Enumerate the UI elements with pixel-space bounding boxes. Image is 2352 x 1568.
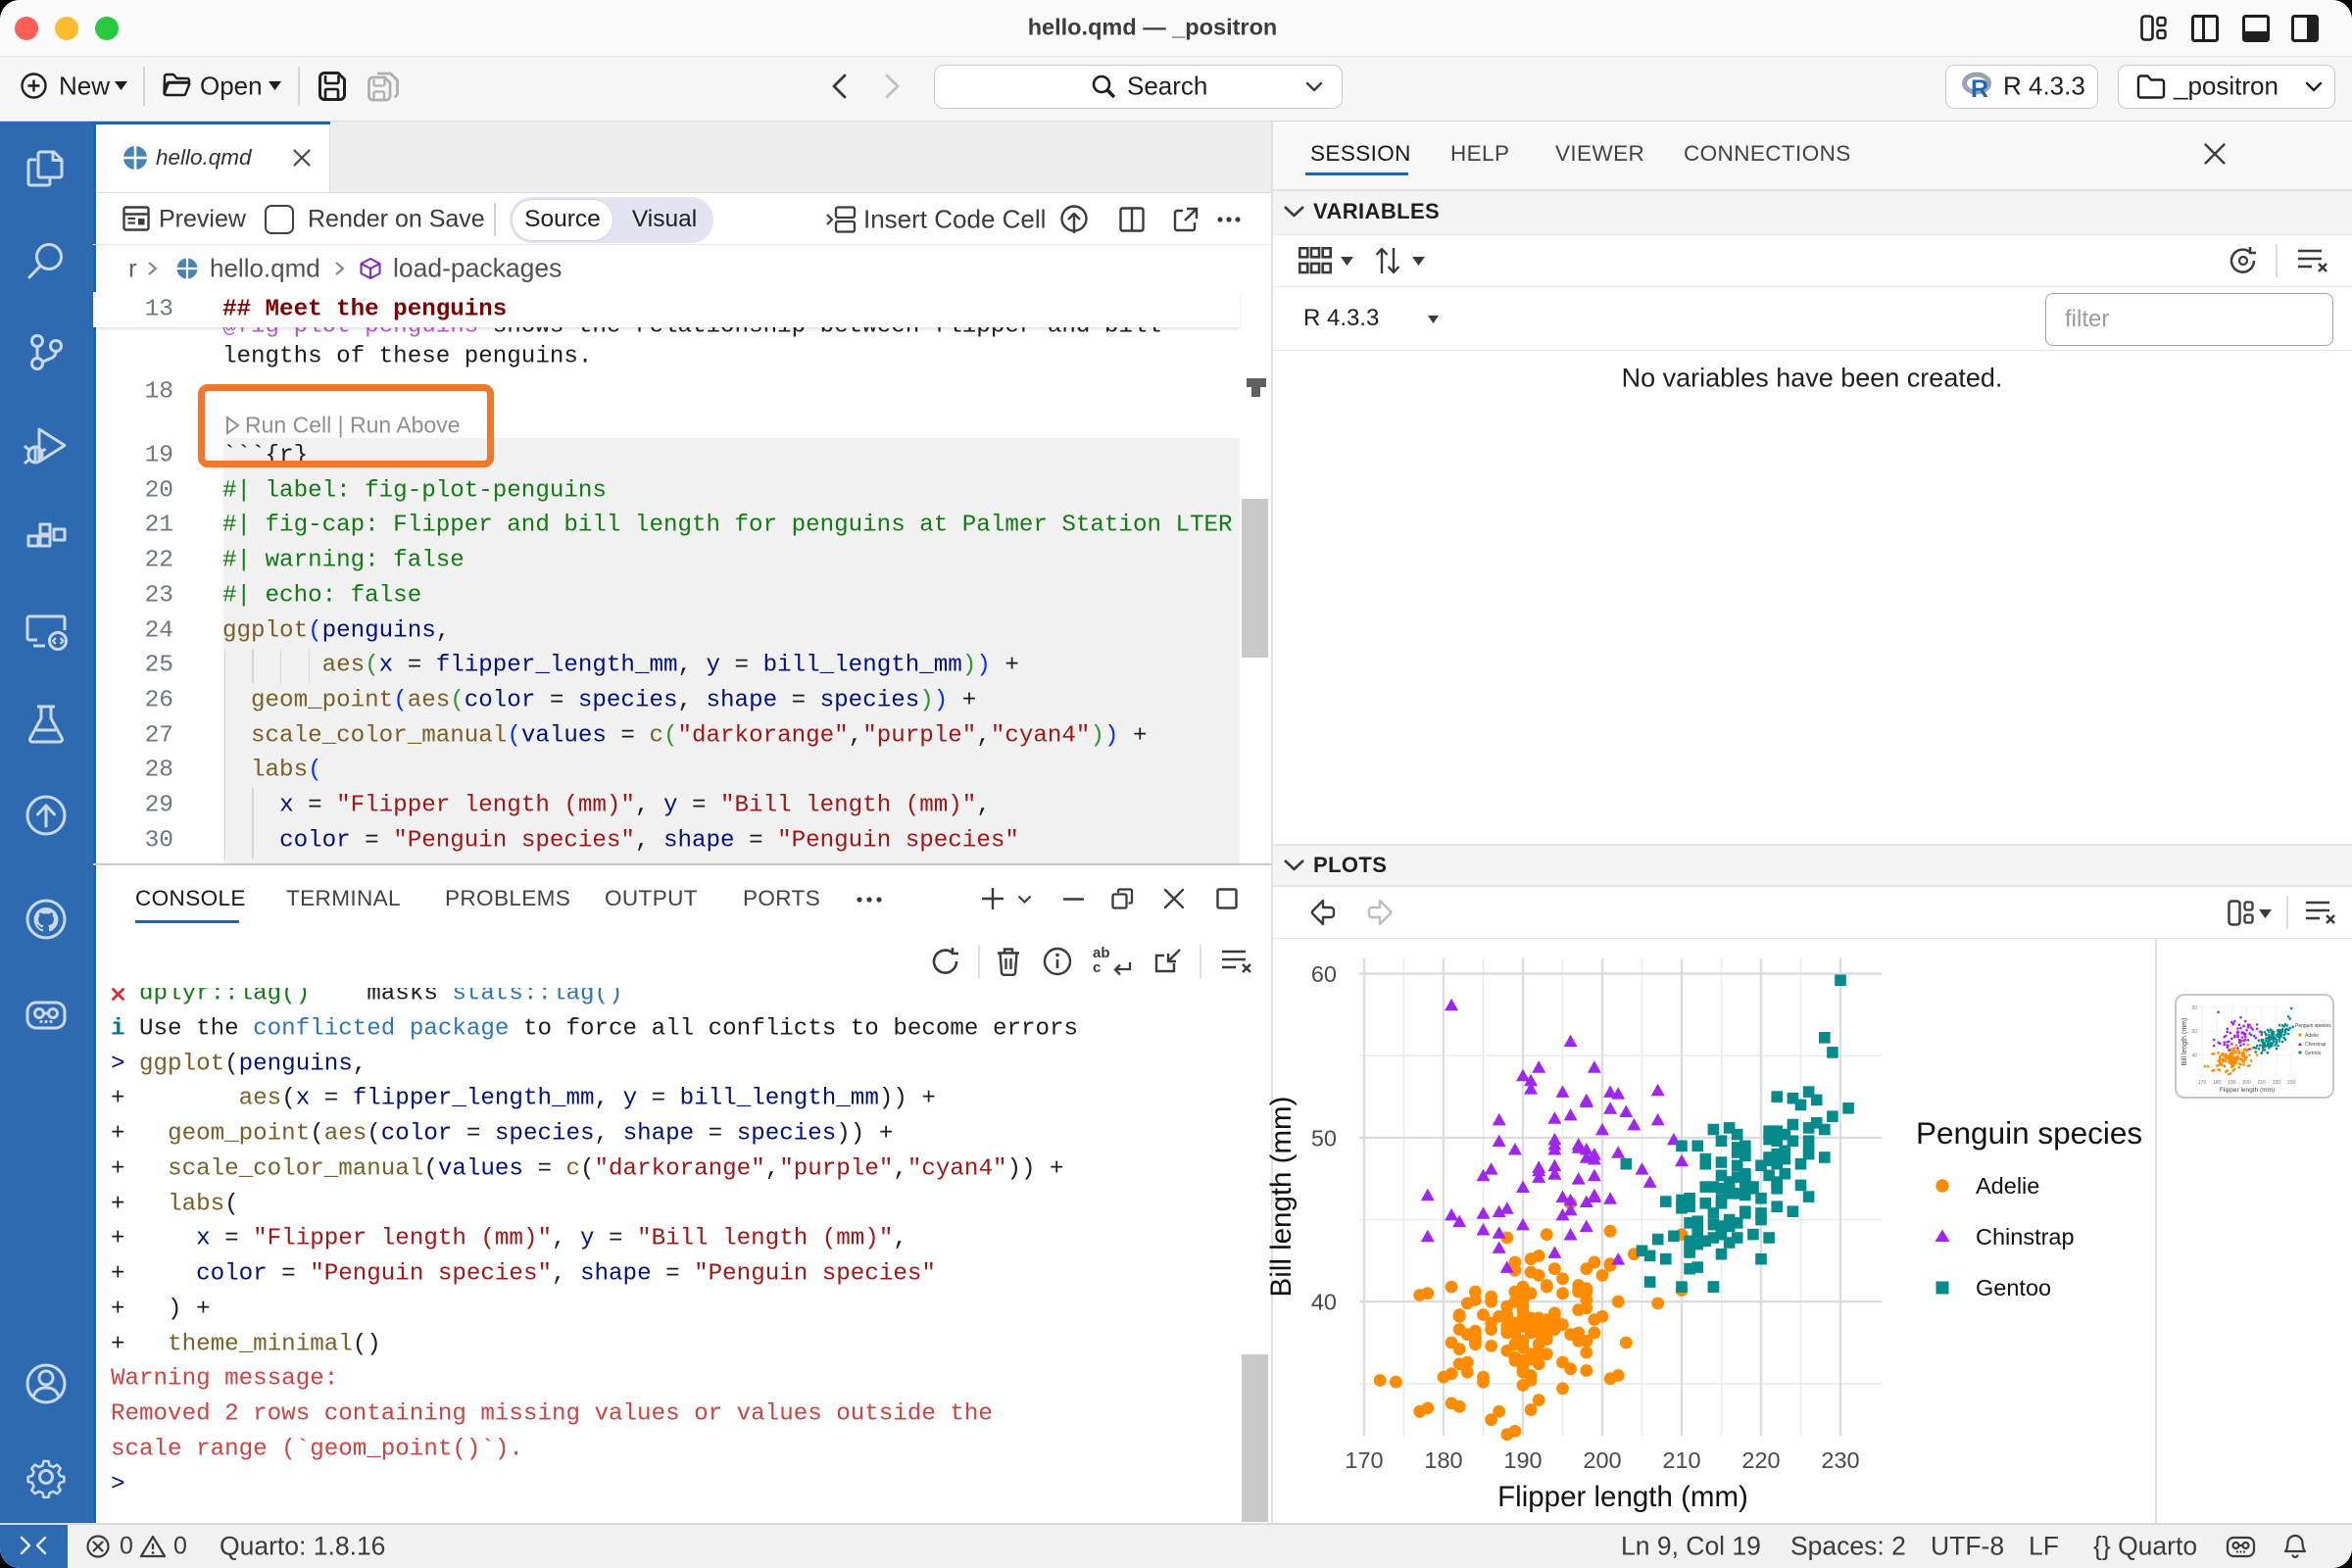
svg-text:Chinstrap: Chinstrap — [2305, 1042, 2327, 1048]
svg-text:Adelie: Adelie — [2305, 1033, 2319, 1039]
svg-text:170: 170 — [2198, 1080, 2207, 1086]
svg-text:220: 220 — [1741, 1447, 1780, 1473]
svg-text:190: 190 — [2228, 1080, 2236, 1086]
svg-text:50: 50 — [2191, 1029, 2197, 1035]
svg-text:230: 230 — [2287, 1080, 2296, 1086]
svg-text:Gentoo: Gentoo — [1976, 1275, 2051, 1300]
svg-text:60: 60 — [1311, 961, 1337, 987]
svg-text:60: 60 — [2191, 1005, 2197, 1011]
svg-text:220: 220 — [2273, 1080, 2281, 1086]
svg-text:Adelie: Adelie — [1976, 1173, 2039, 1199]
svg-text:Bill length (mm): Bill length (mm) — [1265, 1097, 1298, 1298]
svg-text:Gentoo: Gentoo — [2305, 1051, 2322, 1056]
svg-text:210: 210 — [2258, 1080, 2267, 1086]
svg-text:Bill length (mm): Bill length (mm) — [2181, 1018, 2188, 1066]
svg-text:210: 210 — [1662, 1447, 1700, 1473]
svg-text:190: 190 — [1503, 1447, 1542, 1473]
svg-text:230: 230 — [1821, 1447, 1859, 1473]
svg-text:Chinstrap: Chinstrap — [1976, 1224, 2075, 1250]
svg-text:Penguin species: Penguin species — [1916, 1115, 2142, 1151]
svg-text:Flipper length (mm): Flipper length (mm) — [1497, 1481, 1748, 1513]
svg-text:200: 200 — [2242, 1080, 2251, 1086]
svg-text:Penguin species: Penguin species — [2295, 1023, 2331, 1029]
svg-text:180: 180 — [2213, 1080, 2222, 1086]
svg-text:40: 40 — [2191, 1053, 2197, 1058]
svg-text:Flipper length (mm): Flipper length (mm) — [2220, 1087, 2275, 1094]
svg-text:170: 170 — [1345, 1447, 1383, 1473]
svg-text:40: 40 — [1311, 1290, 1337, 1315]
svg-text:200: 200 — [1583, 1447, 1621, 1473]
svg-text:180: 180 — [1424, 1447, 1462, 1473]
svg-text:R: R — [1971, 75, 1988, 103]
svg-text:50: 50 — [1311, 1125, 1337, 1151]
